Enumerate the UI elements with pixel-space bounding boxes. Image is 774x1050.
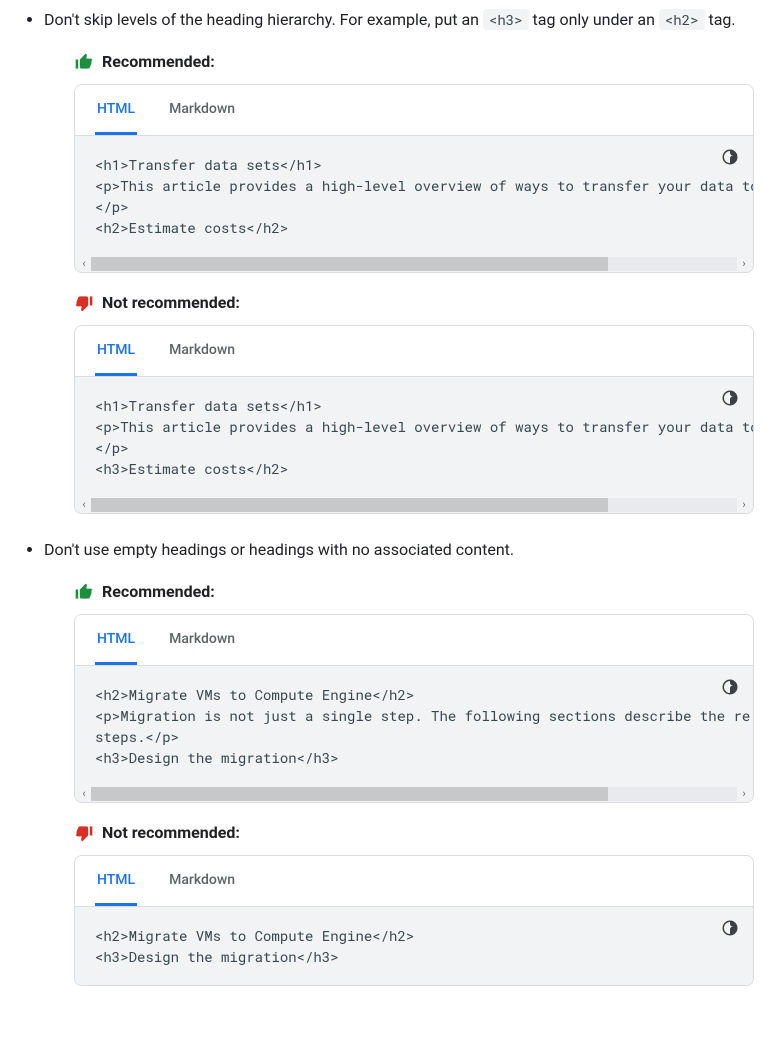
scroll-left-icon[interactable]: ‹ bbox=[77, 256, 91, 273]
horizontal-scrollbar[interactable]: ‹ › bbox=[75, 497, 753, 513]
code-tabs: HTML Markdown bbox=[75, 856, 753, 907]
horizontal-scrollbar[interactable]: ‹ › bbox=[75, 256, 753, 272]
scroll-track[interactable] bbox=[91, 498, 737, 512]
code-body: <h2>Migrate VMs to Compute Engine</h2> <… bbox=[75, 907, 753, 985]
thumb-up-icon bbox=[74, 582, 94, 602]
tab-html[interactable]: HTML bbox=[95, 85, 137, 135]
guideline-text: Don't skip levels of the heading hierarc… bbox=[44, 8, 754, 32]
thumb-down-icon bbox=[74, 823, 94, 843]
theme-toggle-icon[interactable] bbox=[719, 146, 741, 168]
code-sample-card: HTML Markdown <h1>Transfer data sets</h1… bbox=[74, 325, 754, 514]
scroll-track[interactable] bbox=[91, 257, 737, 271]
tab-markdown[interactable]: Markdown bbox=[167, 615, 237, 665]
code-content: <h2>Migrate VMs to Compute Engine</h2> <… bbox=[75, 666, 753, 786]
tab-markdown[interactable]: Markdown bbox=[167, 326, 237, 376]
scroll-left-icon[interactable]: ‹ bbox=[77, 497, 91, 514]
tab-html[interactable]: HTML bbox=[95, 856, 137, 906]
code-body: <h1>Transfer data sets</h1> <p>This arti… bbox=[75, 377, 753, 513]
recommended-label: Recommended: bbox=[74, 50, 754, 74]
guideline-item: Don't skip levels of the heading hierarc… bbox=[44, 8, 754, 514]
text-segment: tag only under an bbox=[529, 10, 659, 29]
recommended-text: Recommended: bbox=[102, 50, 215, 74]
guideline-item: Don't use empty headings or headings wit… bbox=[44, 538, 754, 986]
thumb-up-icon bbox=[74, 52, 94, 72]
theme-toggle-icon[interactable] bbox=[719, 917, 741, 939]
scroll-thumb[interactable] bbox=[91, 787, 608, 801]
theme-toggle-icon[interactable] bbox=[719, 387, 741, 409]
code-sample-card: HTML Markdown <h2>Migrate VMs to Compute… bbox=[74, 614, 754, 803]
code-tabs: HTML Markdown bbox=[75, 85, 753, 136]
tab-html[interactable]: HTML bbox=[95, 615, 137, 665]
inline-code: <h2> bbox=[659, 9, 705, 30]
scroll-track[interactable] bbox=[91, 787, 737, 801]
code-content: <h1>Transfer data sets</h1> <p>This arti… bbox=[75, 136, 753, 256]
code-body: <h2>Migrate VMs to Compute Engine</h2> <… bbox=[75, 666, 753, 802]
scroll-right-icon[interactable]: › bbox=[737, 497, 751, 514]
code-sample-card: HTML Markdown <h1>Transfer data sets</h1… bbox=[74, 84, 754, 273]
not-recommended-label: Not recommended: bbox=[74, 291, 754, 315]
scroll-thumb[interactable] bbox=[91, 498, 608, 512]
scroll-right-icon[interactable]: › bbox=[737, 786, 751, 803]
guideline-list: Don't skip levels of the heading hierarc… bbox=[20, 8, 754, 986]
tab-html[interactable]: HTML bbox=[95, 326, 137, 376]
scroll-thumb[interactable] bbox=[91, 257, 608, 271]
scroll-left-icon[interactable]: ‹ bbox=[77, 786, 91, 803]
code-body: <h1>Transfer data sets</h1> <p>This arti… bbox=[75, 136, 753, 272]
not-recommended-text: Not recommended: bbox=[102, 821, 240, 845]
horizontal-scrollbar[interactable]: ‹ › bbox=[75, 786, 753, 802]
tab-markdown[interactable]: Markdown bbox=[167, 85, 237, 135]
inline-code: <h3> bbox=[483, 9, 529, 30]
text-segment: Don't skip levels of the heading hierarc… bbox=[44, 10, 483, 29]
code-content: <h2>Migrate VMs to Compute Engine</h2> <… bbox=[75, 907, 753, 985]
tab-markdown[interactable]: Markdown bbox=[167, 856, 237, 906]
code-tabs: HTML Markdown bbox=[75, 615, 753, 666]
code-content: <h1>Transfer data sets</h1> <p>This arti… bbox=[75, 377, 753, 497]
theme-toggle-icon[interactable] bbox=[719, 676, 741, 698]
not-recommended-text: Not recommended: bbox=[102, 291, 240, 315]
guideline-text: Don't use empty headings or headings wit… bbox=[44, 538, 754, 562]
not-recommended-label: Not recommended: bbox=[74, 821, 754, 845]
thumb-down-icon bbox=[74, 293, 94, 313]
recommended-text: Recommended: bbox=[102, 580, 215, 604]
code-tabs: HTML Markdown bbox=[75, 326, 753, 377]
code-sample-card: HTML Markdown <h2>Migrate VMs to Compute… bbox=[74, 855, 754, 986]
text-segment: tag. bbox=[705, 10, 736, 29]
recommended-label: Recommended: bbox=[74, 580, 754, 604]
scroll-right-icon[interactable]: › bbox=[737, 256, 751, 273]
